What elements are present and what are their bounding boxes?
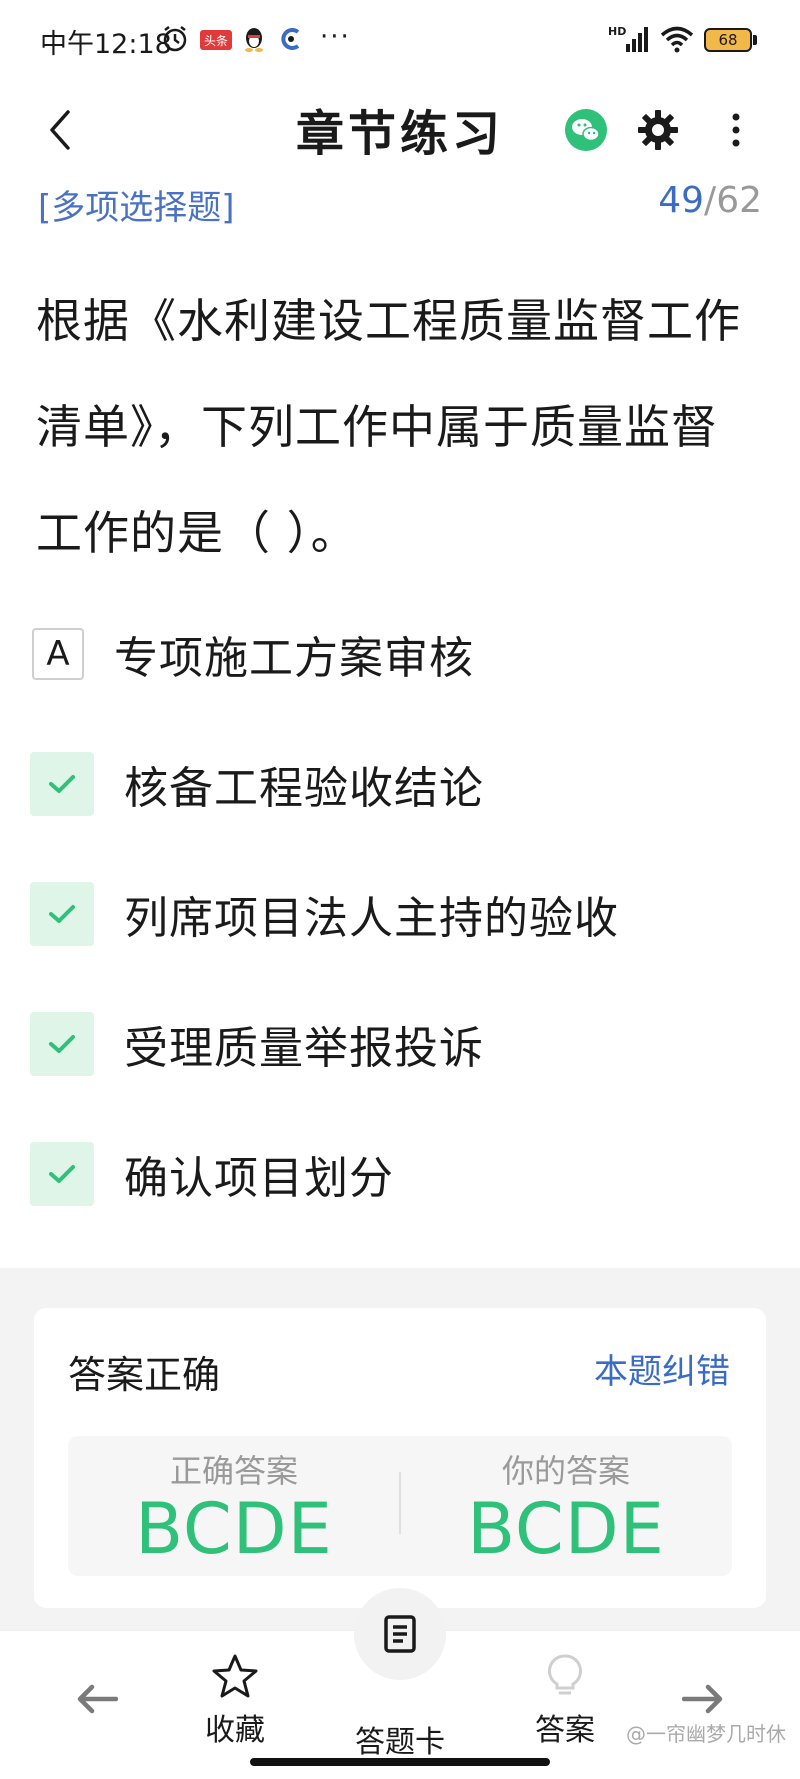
battery-icon: 68 [704, 28, 752, 52]
option-checkbox-checked [30, 752, 94, 816]
news-app-icon: 头条 [200, 30, 233, 50]
arrow-left-icon [77, 1684, 118, 1714]
report-error-link[interactable]: 本题纠错 [594, 1344, 730, 1393]
favorite-button[interactable]: 收藏 [190, 1631, 280, 1779]
cellular-signal-icon: HD [608, 24, 654, 54]
answer-card-label: 答题卡 [355, 1725, 445, 1760]
option-a[interactable]: A 专项施工方案审核 [30, 618, 770, 690]
app-header: 章节练习 [0, 80, 800, 180]
wechat-icon [565, 109, 607, 151]
option-checkbox-checked [30, 882, 94, 946]
alarm-icon [160, 24, 190, 54]
correct-answer-value: BCDE [135, 1488, 333, 1570]
arrow-right-icon [682, 1684, 723, 1714]
option-d[interactable]: 受理质量举报投诉 [30, 1008, 770, 1080]
option-text: 专项施工方案审核 [114, 633, 474, 684]
your-answer-value: BCDE [467, 1488, 665, 1570]
answer-card-icon-button[interactable] [354, 1588, 446, 1680]
svg-text:HD: HD [608, 25, 626, 38]
checkmark-icon [49, 775, 75, 793]
battery-cap [753, 35, 757, 45]
star-icon [212, 1654, 258, 1698]
checkmark-icon [49, 905, 75, 923]
show-answer-button[interactable]: 答案 [520, 1631, 610, 1779]
correct-answer-column: 正确答案 BCDE [68, 1436, 400, 1576]
option-b[interactable]: 核备工程验收结论 [30, 748, 770, 820]
question-type-label: [多项选择题] [38, 188, 235, 228]
answer-result-card: 答案正确 本题纠错 正确答案 BCDE 你的答案 BCDE [34, 1308, 766, 1608]
more-menu-button[interactable] [706, 100, 766, 160]
option-marker-a: A [32, 628, 84, 680]
option-e[interactable]: 确认项目划分 [30, 1138, 770, 1210]
result-status: 答案正确 [68, 1353, 221, 1397]
checkmark-icon [49, 1165, 75, 1183]
status-bar: 中午12:18 头条 ··· HD 68 [0, 0, 800, 80]
settings-button[interactable] [628, 100, 688, 160]
correct-answer-label: 正确答案 [169, 1452, 298, 1490]
progress-total: 62 [716, 180, 762, 221]
option-text: 受理质量举报投诉 [124, 1023, 484, 1074]
option-c[interactable]: 列席项目法人主持的验收 [30, 878, 770, 950]
status-time: 中午12:18 [40, 29, 172, 60]
question-text: 根据《水利建设工程质量监督工作清单》，下列工作中属于质量监督工作的是（ ）。 [36, 294, 741, 560]
next-question-button[interactable] [668, 1631, 740, 1779]
option-text: 核备工程验收结论 [124, 763, 484, 814]
watermark: @一帘幽梦几时休 [626, 1722, 786, 1746]
previous-question-button[interactable] [60, 1631, 132, 1779]
progress-current: 49 [658, 180, 705, 221]
option-text: 列席项目法人主持的验收 [124, 893, 619, 944]
your-answer-column: 你的答案 BCDE [400, 1436, 732, 1576]
more-notifications-icon: ··· [320, 22, 351, 52]
answer-label: 答案 [535, 1713, 595, 1748]
option-checkbox-checked [30, 1012, 94, 1076]
question-progress: 49/62 [658, 180, 762, 221]
qq-penguin-icon [242, 24, 266, 54]
home-indicator[interactable] [250, 1758, 550, 1766]
option-checkbox-checked [30, 1142, 94, 1206]
gear-icon [638, 110, 678, 150]
answer-sheet-icon [384, 1615, 416, 1653]
your-answer-label: 你的答案 [501, 1452, 630, 1490]
favorite-label: 收藏 [205, 1713, 265, 1748]
more-vertical-icon [732, 113, 740, 147]
progress-separator: / [704, 180, 717, 221]
browser-app-icon [278, 24, 304, 54]
wifi-icon [660, 24, 694, 54]
wechat-share-button[interactable] [556, 100, 616, 160]
lightbulb-icon [547, 1654, 583, 1695]
option-text: 确认项目划分 [124, 1153, 394, 1204]
checkmark-icon [49, 1035, 75, 1053]
answer-comparison: 正确答案 BCDE 你的答案 BCDE [68, 1436, 732, 1576]
